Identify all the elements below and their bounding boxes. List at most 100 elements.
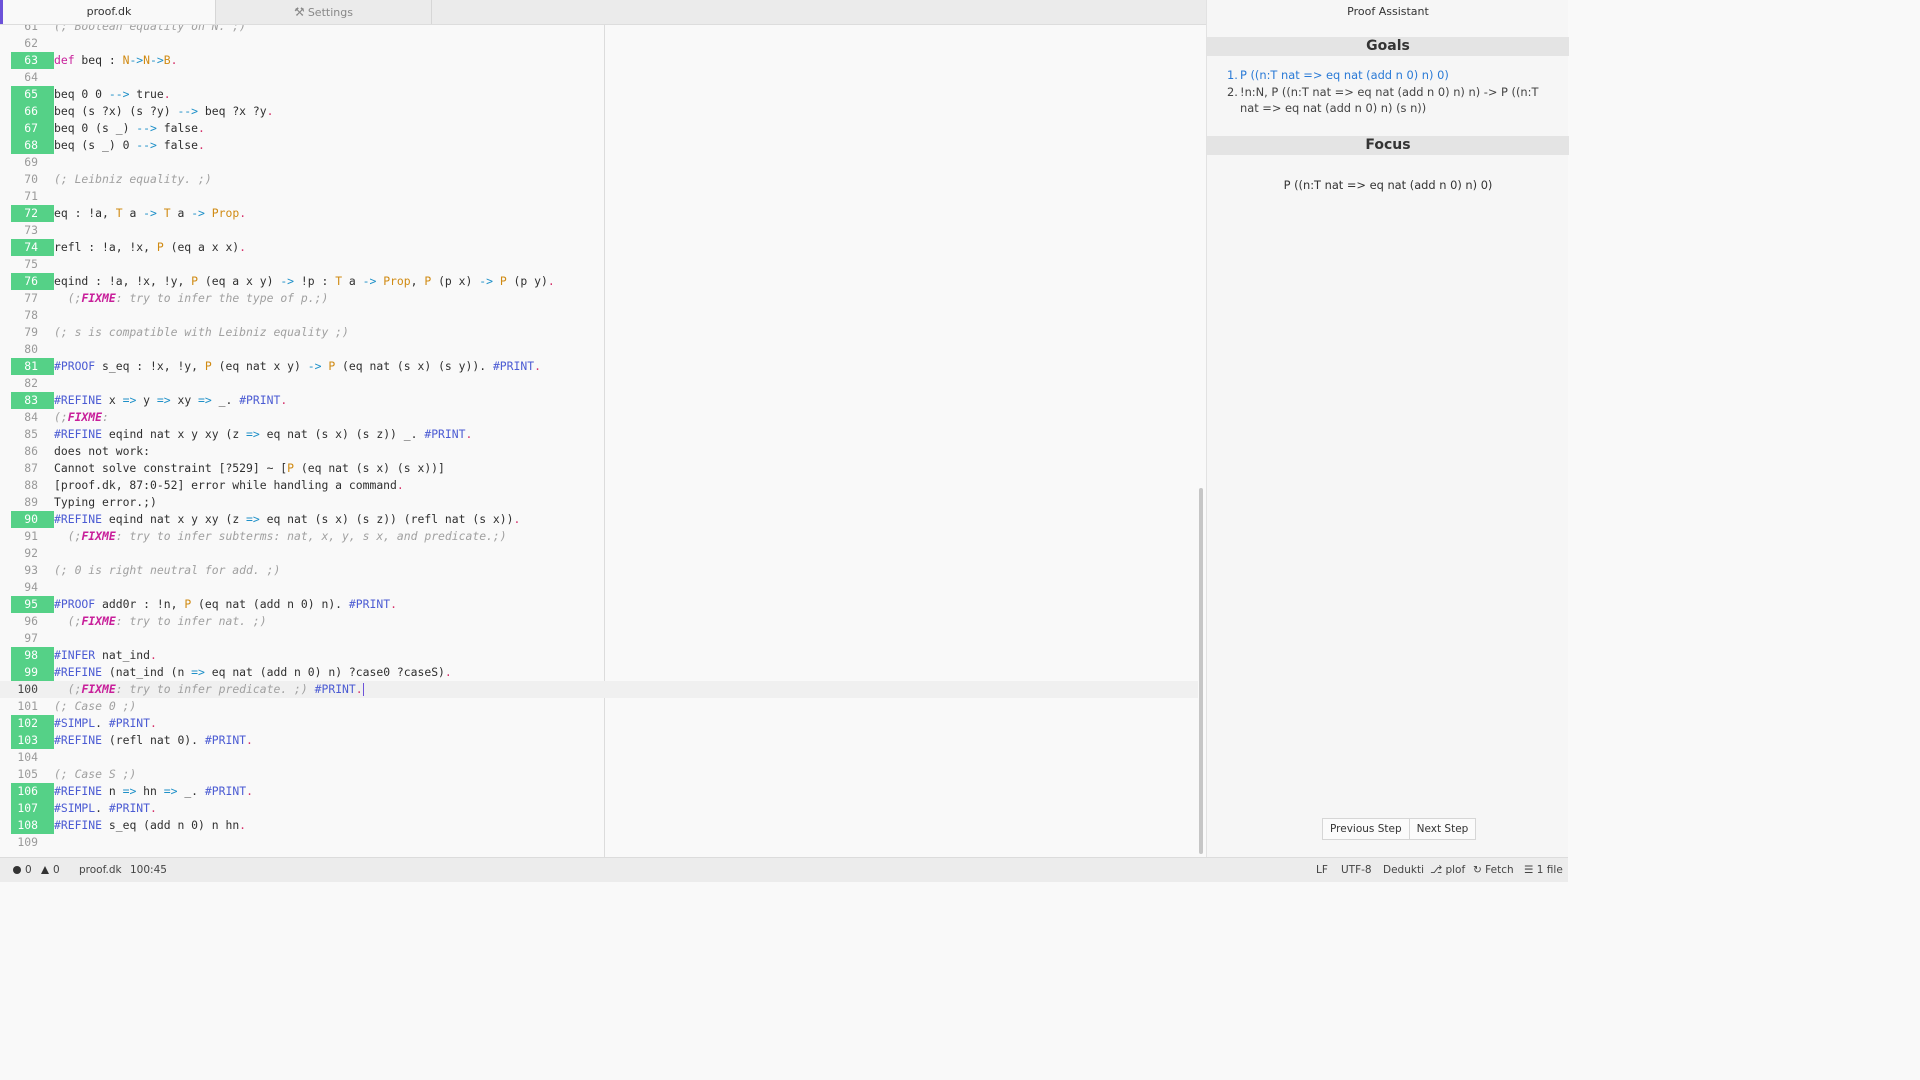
code-line[interactable]: 64 [0,69,1198,86]
code-line[interactable]: 74 refl : !a, !x, P (eq a x x). [0,239,1198,256]
code-line[interactable]: 79 (; s is compatible with Leibniz equali… [0,324,1198,341]
line-number: 72 [11,205,54,222]
cursor-position[interactable]: 100:45 [130,858,167,882]
code-line[interactable]: 70 (; Leibniz equality. ;) [0,171,1198,188]
code-line[interactable]: 95 #PROOF add0r : !n, P (eq nat (add n 0)… [0,596,1198,613]
code-line[interactable]: 106 #REFINE n => hn => _. #PRINT. [0,783,1198,800]
line-code: (; Case 0 ;) [54,699,137,713]
encoding[interactable]: UTF-8 [1341,858,1372,882]
next-step-button[interactable]: Next Step [1409,818,1477,840]
code-line[interactable]: 104 [0,749,1198,766]
line-code: (; Boolean equality on N. ;) [54,25,247,33]
warning-icon [41,866,49,874]
status-file-name[interactable]: proof.dk [79,858,122,882]
code-line[interactable]: 78 [0,307,1198,324]
warning-count[interactable]: 0 [41,858,60,882]
code-line[interactable]: 61 (; Boolean equality on N. ;) [0,25,1198,35]
code-line[interactable]: 67 beq 0 (s _) --> false. [0,120,1198,137]
code-line[interactable]: 65 beq 0 0 --> true. [0,86,1198,103]
code-line[interactable]: 77 (;FIXME: try to infer the type of p.;… [0,290,1198,307]
line-code: eqind : !a, !x, !y, P (eq a x y) -> !p :… [54,274,555,288]
line-number: 87 [24,461,38,475]
line-number: 93 [24,563,38,577]
line-code: does not work: [54,444,151,458]
line-number: 80 [24,342,38,356]
line-code: #INFER nat_ind. [54,648,157,662]
tab-settings[interactable]: ⚒ Settings [216,0,432,24]
code-line[interactable]: 72 eq : !a, T a -> T a -> Prop. [0,205,1198,222]
line-code: (;FIXME: try to infer nat. ;) [67,614,267,628]
line-number: 101 [17,699,38,713]
line-number: 108 [11,817,54,834]
code-line[interactable]: 76 eqind : !a, !x, !y, P (eq a x y) -> !p… [0,273,1198,290]
tab-proof-dk[interactable]: proof.dk [0,0,216,24]
code-line[interactable]: 85 #REFINE eqind nat x y xy (z => eq nat … [0,426,1198,443]
proof-assistant-panel: Proof Assistant Goals 1. P ((n:T nat => e… [1206,0,1569,857]
code-line[interactable]: 87 Cannot solve constraint [?529] ~ [P (e… [0,460,1198,477]
code-line[interactable]: 96 (;FIXME: try to infer nat. ;) [0,613,1198,630]
line-number: 95 [11,596,54,613]
code-line[interactable]: 81 #PROOF s_eq : !x, !y, P (eq nat x y) -… [0,358,1198,375]
code-line[interactable]: 71 [0,188,1198,205]
line-number: 89 [24,495,38,509]
code-line[interactable]: 105 (; Case S ;) [0,766,1198,783]
code-line[interactable]: 66 beq (s ?x) (s ?y) --> beq ?x ?y. [0,103,1198,120]
code-line[interactable]: 84 (;FIXME: [0,409,1198,426]
code-line[interactable]: 92 [0,545,1198,562]
code-line[interactable]: 108 #REFINE s_eq (add n 0) n hn. [0,817,1198,834]
tab-label: Settings [307,6,353,19]
goal-item[interactable]: 1. P ((n:T nat => eq nat (add n 0) n) 0) [1227,67,1557,84]
code-line[interactable]: 101 (; Case 0 ;) [0,698,1198,715]
code-line[interactable]: 102 #SIMPL. #PRINT. [0,715,1198,732]
line-number: 77 [24,291,38,305]
code-line[interactable]: 68 beq (s _) 0 --> false. [0,137,1198,154]
line-number: 67 [11,120,54,137]
code-line[interactable]: 93 (; 0 is right neutral for add. ;) [0,562,1198,579]
line-code: #REFINE (nat_ind (n => eq nat (add n 0) … [54,665,452,679]
fetch-button[interactable]: ↻ Fetch [1473,858,1514,882]
line-number: 96 [24,614,38,628]
code-line[interactable]: 86 does not work: [0,443,1198,460]
code-line[interactable]: 97 [0,630,1198,647]
error-count[interactable]: 0 [13,858,32,882]
vertical-scrollbar[interactable] [1199,488,1203,854]
line-code: #SIMPL. #PRINT. [54,716,157,730]
code-line[interactable]: 62 [0,35,1198,52]
code-line[interactable]: 109 [0,834,1198,851]
changed-files[interactable]: ☰ 1 file [1524,858,1563,882]
line-code: (;FIXME: try to infer the type of p.;) [67,291,329,305]
line-number: 64 [24,70,38,84]
code-line[interactable]: 103 #REFINE (refl nat 0). #PRINT. [0,732,1198,749]
code-line[interactable]: 82 [0,375,1198,392]
code-line[interactable]: 88 [proof.dk, 87:0-52] error while handli… [0,477,1198,494]
line-code: #PROOF s_eq : !x, !y, P (eq nat x y) -> … [54,359,541,373]
code-line[interactable]: 90 #REFINE eqind nat x y xy (z => eq nat … [0,511,1198,528]
code-line[interactable]: 91 (;FIXME: try to infer subterms: nat, … [0,528,1198,545]
line-code: beq 0 0 --> true. [54,87,171,101]
code-line[interactable]: 94 [0,579,1198,596]
line-number: 75 [24,257,38,271]
code-editor[interactable]: 61 (; Boolean equality on N. ;) 62 63 def be… [0,25,1206,857]
code-line[interactable]: 89 Typing error.;) [0,494,1198,511]
line-ending[interactable]: LF [1316,858,1328,882]
grammar[interactable]: Dedukti [1383,858,1424,882]
git-branch[interactable]: ⎇ plof [1430,858,1465,882]
previous-step-button[interactable]: Previous Step [1322,818,1410,840]
code-line[interactable]: 63 def beq : N->N->B. [0,52,1198,69]
line-code: #REFINE n => hn => _. #PRINT. [54,784,253,798]
code-line[interactable]: 98 #INFER nat_ind. [0,647,1198,664]
code-line[interactable]: 80 [0,341,1198,358]
line-number: 82 [24,376,38,390]
code-line[interactable]: 69 [0,154,1198,171]
code-line[interactable]: 100 (;FIXME: try to infer predicate. ;) … [0,681,1198,698]
code-line[interactable]: 75 [0,256,1198,273]
code-line[interactable]: 107 #SIMPL. #PRINT. [0,800,1198,817]
line-code: eq : !a, T a -> T a -> Prop. [54,206,247,220]
code-line[interactable]: 99 #REFINE (nat_ind (n => eq nat (add n 0… [0,664,1198,681]
tools-icon: ⚒ [294,5,305,19]
goal-item[interactable]: 2. !n:N, P ((n:T nat => eq nat (add n 0) … [1227,84,1557,117]
line-number: 81 [11,358,54,375]
code-line[interactable]: 83 #REFINE x => y => xy => _. #PRINT. [0,392,1198,409]
line-code: (; 0 is right neutral for add. ;) [54,563,281,577]
code-line[interactable]: 73 [0,222,1198,239]
